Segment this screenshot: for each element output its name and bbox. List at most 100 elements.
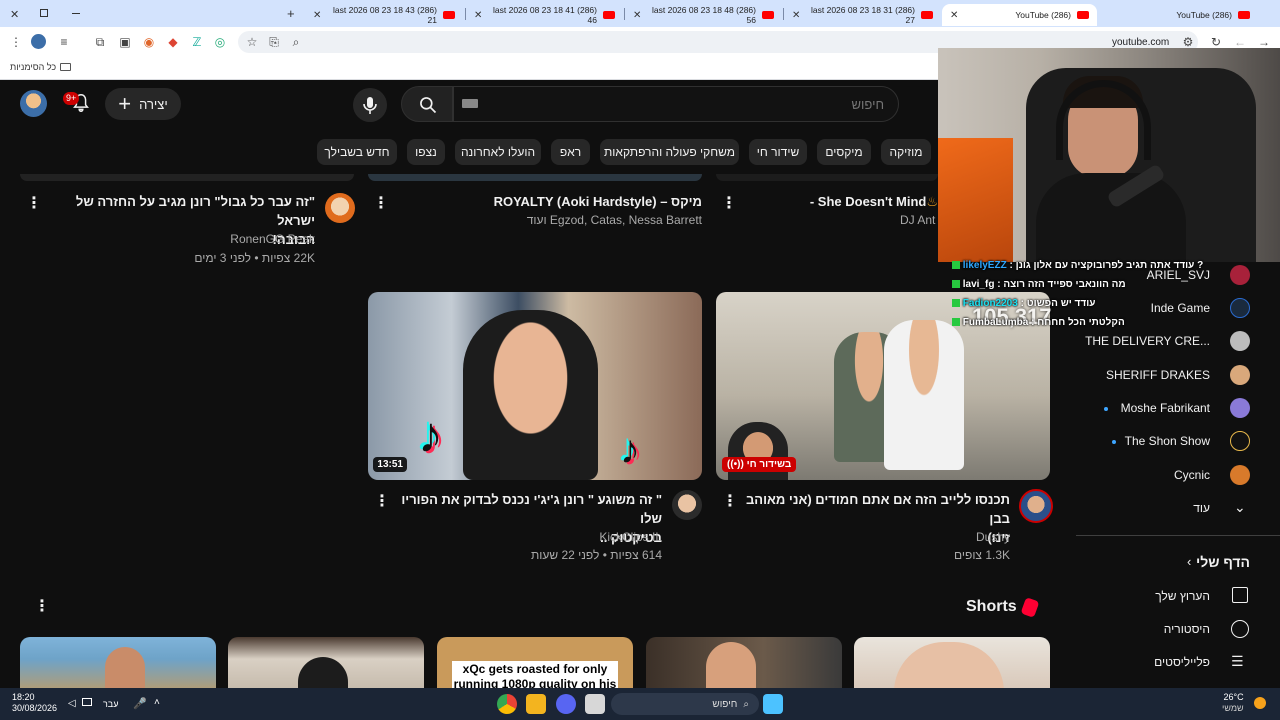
browser-tab[interactable]: (286) YouTube [1100,4,1258,26]
browser-tab[interactable]: (286) last 2026 08 23 18 48 56 ✕ [625,4,782,26]
search-input[interactable] [453,86,899,122]
mic-tray-icon[interactable]: 🎤 [133,697,147,710]
video-thumbnail-edge[interactable] [368,174,702,181]
network-icon[interactable] [82,698,92,706]
taskbar-search[interactable]: חיפוש ⌕ [611,693,759,715]
puzzle-extensions-icon[interactable]: ⧉ [92,34,108,50]
new-tab-icon[interactable]: + [287,6,295,21]
short-card[interactable]: xQc gets roasted for only running 1080p … [437,637,633,692]
sidebar-channel-avatar[interactable] [1230,398,1250,418]
tray-overflow-icon[interactable]: ˄ [154,697,160,708]
more-actions-icon[interactable]: ⋮ [373,196,389,212]
video-thumbnail-edge[interactable] [20,174,354,181]
sidebar-channel-name[interactable]: Moshe Fabrikant [1121,401,1210,415]
chevron-down-icon[interactable]: ⌄ [1234,499,1246,516]
video-title[interactable]: מיקס – ROYALTY (Aoki Hardstyle) [400,192,702,211]
extension-icon[interactable]: ℤ [189,34,205,50]
file-taskbar-icon[interactable] [585,694,605,714]
video-thumbnail[interactable]: ♪ ♪ 13:51 [368,292,702,480]
channel-avatar-live[interactable] [1019,489,1053,523]
more-actions-icon[interactable]: ⋮ [722,494,738,510]
extension-icon[interactable]: ≡ [56,34,72,50]
browser-tab[interactable]: (286) last 2026 08 23 18 41 46 ✕ [466,4,623,26]
extension-icon[interactable]: ◎ [212,34,228,50]
restore-window-icon[interactable] [40,9,48,17]
browser-tab[interactable]: (286) last 2026 08 23 18 31 27 ✕ [784,4,941,26]
short-card[interactable] [854,637,1050,692]
chrome-taskbar-icon[interactable] [497,694,517,714]
bookmark-star-icon[interactable]: ☆ [244,34,260,50]
avatar[interactable] [20,90,47,117]
sidebar-channel-name[interactable]: SHERIFF DRAKES [1106,368,1210,382]
close-tab-icon[interactable]: ✕ [792,10,800,21]
channel-name[interactable]: KickClips IL [390,530,662,544]
channel-name[interactable]: Egzod, Catas, Nessa Barrett ועוד [400,213,702,227]
channel-name[interactable]: DJ Ant [900,213,938,227]
sidebar-you-heading[interactable]: הדף שלי [1196,554,1250,570]
sidebar-channel-name[interactable]: The Shon Show [1125,434,1210,448]
sidebar-channel-avatar[interactable] [1230,331,1250,351]
all-bookmarks-link[interactable]: כל הסימניות [10,62,72,72]
notifications-icon[interactable]: ◁ [68,698,76,709]
profile-icon[interactable] [31,34,46,49]
windows-start-icon[interactable] [763,694,783,714]
sidebar-playlists[interactable]: פלייליסטים [1154,655,1210,669]
sidebar-more[interactable]: עוד [1193,501,1210,515]
sidebar-channel-avatar[interactable] [1230,465,1250,485]
chip-new-for-you[interactable]: חדש בשבילך [317,139,397,165]
short-card[interactable] [646,637,842,692]
browser-tab-active[interactable]: (286) YouTube ✕ [942,4,1097,26]
chip-live[interactable]: שידור חי [749,139,807,165]
channel-name[interactable]: Dushy [738,530,1010,544]
discord-taskbar-icon[interactable] [556,694,576,714]
install-app-icon[interactable]: ⎘ [266,34,282,50]
extension-icon[interactable]: ◆ [165,34,181,50]
app-taskbar-icon[interactable] [526,694,546,714]
taskbar-clock[interactable]: 18:20 30/08/2026 [12,692,57,714]
chip-watched[interactable]: נצפו [407,139,445,165]
sidebar-your-channel[interactable]: הערוץ שלך [1155,589,1210,603]
chip-recently-uploaded[interactable]: הועלו לאחרונה [455,139,541,165]
sidebar-channel-avatar[interactable] [1230,265,1250,285]
language-indicator[interactable]: עבר [103,699,118,709]
video-title[interactable]: ♨She Doesn't Mind - [808,192,938,211]
sidebar-channel-avatar[interactable] [1230,431,1250,451]
search-button[interactable] [401,86,453,122]
sidebar-channel-name[interactable]: Inde Game [1151,301,1210,315]
video-thumbnail-edge[interactable] [716,174,938,181]
sidebar-channel-avatar[interactable] [1230,298,1250,318]
more-actions-icon[interactable]: ⋮ [26,196,42,212]
chip-mixes[interactable]: מיקסים [817,139,871,165]
extension-icon[interactable]: ◉ [141,34,157,50]
close-window-icon[interactable]: ✕ [10,8,19,21]
weather-widget[interactable]: 26°C שמשי [1222,692,1244,714]
sidebar-channel-avatar[interactable] [1230,365,1250,385]
extension-icon[interactable]: ▣ [117,34,133,50]
chip-rap[interactable]: ראפ [551,139,590,165]
chevron-right-icon[interactable]: ‹ [1187,554,1191,569]
sidebar-channel-name[interactable]: Cycnic [1174,468,1210,482]
more-actions-icon[interactable]: ⋮ [374,494,390,510]
sidebar-channel-name[interactable]: THE DELIVERY CRE... [1085,334,1210,348]
menu-icon[interactable]: ⋮ [8,34,24,50]
keyboard-icon[interactable] [462,99,478,108]
channel-avatar[interactable] [325,193,355,223]
channel-avatar[interactable] [672,490,702,520]
sidebar-history[interactable]: היסטוריה [1164,622,1210,636]
close-tab-icon[interactable]: ✕ [950,10,958,21]
minimize-window-icon[interactable] [72,13,80,14]
more-actions-icon[interactable]: ⋮ [721,196,737,212]
close-tab-icon[interactable]: ✕ [633,10,641,21]
create-button[interactable]: + יצירה [105,88,181,120]
chip-action-games[interactable]: משחקי פעולה והרפתקאות [600,139,739,165]
chip-music[interactable]: מוזיקה [881,139,931,165]
channel-name[interactable]: RonenGG Peak [40,232,315,246]
close-tab-icon[interactable]: ✕ [474,10,482,21]
voice-search-icon[interactable] [353,88,387,122]
short-card[interactable] [20,637,216,692]
shorts-more-icon[interactable]: ⋮ [34,599,50,615]
close-tab-icon[interactable]: ✕ [313,10,321,21]
browser-tab[interactable]: (286) last 2026 08 23 18 43 21 ✕ [305,4,463,26]
short-card[interactable] [228,637,424,692]
zoom-icon[interactable]: ⌕ [288,34,304,50]
